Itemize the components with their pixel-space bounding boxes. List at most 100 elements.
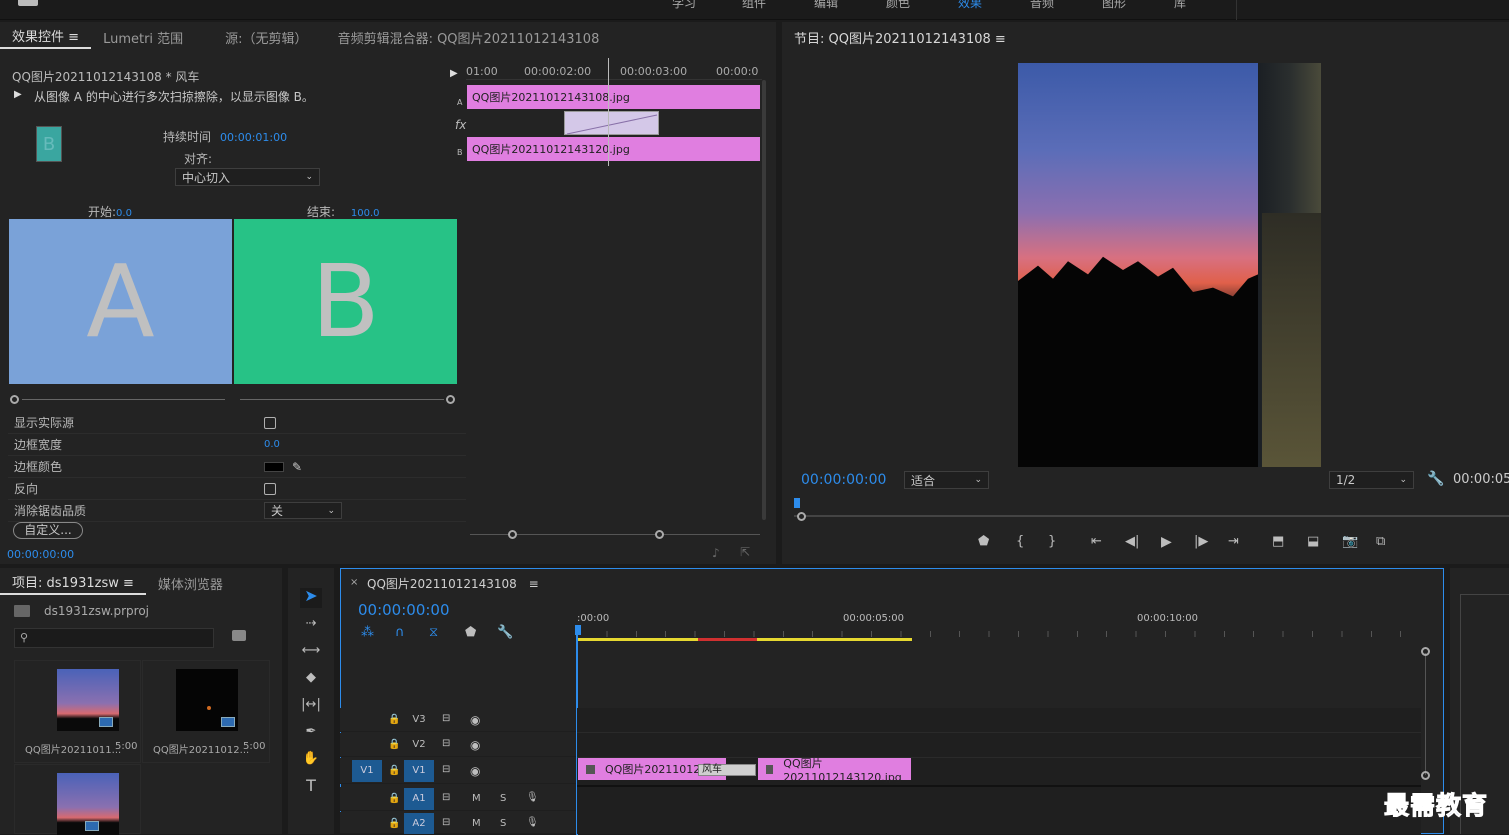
expand-arrow-icon[interactable]: ▶	[450, 68, 458, 79]
tab-audio-clip-mixer[interactable]: 音频剪辑混合器: QQ图片20211012143108	[320, 28, 612, 47]
mini-clip-b[interactable]: QQ图片20211012143120.jpg	[467, 137, 760, 161]
sync-lock-icon[interactable]: ⊟	[442, 764, 450, 775]
track-name-a2[interactable]: A2	[404, 813, 434, 834]
solo-button[interactable]: S	[500, 818, 506, 829]
resolution-select[interactable]: 1/2 ⌄	[1329, 471, 1414, 489]
sync-lock-icon[interactable]: ⊟	[442, 817, 450, 828]
step-forward-icon[interactable]: |▶	[1194, 534, 1208, 550]
type-tool-icon[interactable]: T	[300, 778, 322, 794]
tab-lumetri-scopes[interactable]: Lumetri 范围	[91, 28, 195, 47]
end-value[interactable]: 100.0	[351, 208, 380, 219]
timeline-close-icon[interactable]: ×	[350, 577, 358, 588]
custom-button[interactable]: 自定义...	[13, 522, 83, 539]
sync-lock-icon[interactable]: ⊟	[442, 738, 450, 749]
mic-icon[interactable]: 🎙	[526, 792, 539, 803]
source-patch-v1[interactable]: V1	[352, 760, 382, 782]
lock-icon[interactable]: 🔒	[388, 793, 400, 804]
track-name-v1[interactable]: V1	[404, 760, 434, 782]
program-title[interactable]: 节目: QQ图片20211012143108 ≡	[782, 28, 1018, 47]
mark-in-icon[interactable]: {	[1016, 534, 1024, 550]
go-to-in-icon[interactable]: ⇤	[1091, 534, 1102, 550]
tab-effect-controls[interactable]: 效果控件 ≡	[0, 26, 92, 49]
menu-audio[interactable]: 音频	[1030, 0, 1102, 11]
timeline-transition[interactable]: 风车	[698, 764, 756, 776]
project-item-1[interactable]: QQ图片20211011... 5:00	[14, 660, 141, 763]
border-width-value[interactable]: 0.0	[264, 439, 280, 450]
timeline-ruler[interactable]: :00:00 00:00:05:00 00:00:10:00	[577, 609, 1425, 641]
track-select-tool-icon[interactable]: ⇢	[300, 616, 322, 632]
border-color-swatch[interactable]	[264, 461, 284, 472]
end-slider[interactable]	[240, 395, 456, 404]
fit-select[interactable]: 适合 ⌄	[904, 471, 989, 489]
linked-selection-icon[interactable]: ⧖	[429, 625, 438, 641]
razor-tool-icon[interactable]: ◆	[300, 670, 322, 686]
program-timecode[interactable]: 00:00:00:00	[801, 472, 886, 488]
description-play-icon[interactable]: ▶	[14, 89, 22, 100]
menu-graphics[interactable]: 图形	[1102, 0, 1174, 11]
timeline-clip-2[interactable]: QQ图片20211012143120.jpg	[758, 757, 911, 784]
eye-icon[interactable]: ◉	[470, 713, 480, 727]
anti-aliasing-select[interactable]: 关 ⌄	[264, 502, 342, 519]
sync-lock-icon[interactable]: ⊟	[442, 713, 450, 724]
timeline-timecode[interactable]: 00:00:00:00	[358, 601, 450, 619]
project-item-2[interactable]: QQ图片20211012... 5:00	[142, 660, 270, 763]
mini-scrollbar[interactable]	[762, 80, 766, 520]
menu-assemble[interactable]: 组件	[742, 0, 814, 11]
project-item-3[interactable]	[14, 764, 141, 835]
effect-timecode[interactable]: 00:00:00:00	[7, 548, 74, 561]
tab-media-browser[interactable]: 媒体浏览器	[146, 574, 235, 593]
eye-icon[interactable]: ◉	[470, 764, 480, 778]
play-icon[interactable]: ▶	[1161, 534, 1172, 550]
mic-icon[interactable]: 🎙	[526, 817, 539, 828]
track-name-a1[interactable]: A1	[404, 788, 434, 810]
timeline-tab[interactable]: QQ图片20211012143108 ≡	[367, 575, 539, 592]
alignment-select[interactable]: 中心切入 ⌄	[175, 168, 320, 186]
lock-icon[interactable]: 🔒	[388, 765, 400, 776]
show-actual-sources-checkbox[interactable]	[264, 416, 276, 429]
tab-source[interactable]: 源:（无剪辑）	[195, 28, 319, 47]
tab-project[interactable]: 项目: ds1931zsw ≡	[0, 572, 146, 595]
add-marker-icon[interactable]: ⬟	[978, 534, 989, 550]
menu-effects[interactable]: 效果	[958, 0, 1030, 11]
hand-tool-icon[interactable]: ✋	[300, 751, 322, 767]
lift-icon[interactable]: ⬒	[1272, 534, 1284, 550]
go-to-out-icon[interactable]: ⇥	[1228, 534, 1239, 550]
add-marker-icon[interactable]: ⬟	[465, 625, 476, 641]
timeline-settings-wrench-icon[interactable]: 🔧	[497, 625, 513, 641]
comparison-view-icon[interactable]: ⧉	[1376, 534, 1385, 550]
panel-menu-icon[interactable]: ≡	[995, 32, 1006, 47]
step-back-icon[interactable]: ◀|	[1125, 534, 1139, 550]
reverse-checkbox[interactable]	[264, 482, 276, 495]
nest-icon[interactable]: ⁂	[361, 625, 374, 641]
eye-icon[interactable]: ◉	[470, 738, 480, 752]
program-scrubber[interactable]	[794, 498, 1509, 524]
snap-magnet-icon[interactable]: ∩	[395, 625, 405, 641]
menu-learn[interactable]: 学习	[672, 0, 742, 11]
selection-tool-icon[interactable]: ➤	[300, 588, 322, 608]
pen-tool-icon[interactable]: ✒	[300, 724, 322, 740]
slip-tool-icon[interactable]: |↔|	[300, 697, 322, 713]
lock-icon[interactable]: 🔒	[388, 739, 400, 750]
mark-out-icon[interactable]: }	[1048, 534, 1056, 550]
lock-icon[interactable]: 🔒	[388, 714, 400, 725]
eyedropper-icon[interactable]: ✎	[292, 460, 302, 474]
mute-button[interactable]: M	[472, 793, 481, 804]
find-icon[interactable]	[232, 630, 246, 641]
export-frame-camera-icon[interactable]: 📷	[1342, 534, 1358, 550]
lock-icon[interactable]: 🔒	[388, 818, 400, 829]
menu-edit[interactable]: 编辑	[814, 0, 886, 11]
sync-lock-icon[interactable]: ⊟	[442, 792, 450, 803]
menu-color[interactable]: 颜色	[886, 0, 958, 11]
mini-clip-a[interactable]: QQ图片20211012143108.jpg	[467, 85, 760, 109]
mini-zoom-bar[interactable]	[470, 530, 760, 540]
duration-value[interactable]: 00:00:01:00	[220, 131, 287, 144]
export-icon[interactable]: ⇱	[740, 545, 750, 559]
solo-button[interactable]: S	[500, 793, 506, 804]
mute-button[interactable]: M	[472, 818, 481, 829]
mini-playhead[interactable]	[608, 58, 609, 166]
project-search-input[interactable]: ⚲	[14, 628, 214, 648]
ripple-edit-tool-icon[interactable]: ⟷	[300, 643, 322, 659]
mini-transition[interactable]	[564, 111, 659, 135]
settings-wrench-icon[interactable]: 🔧	[1427, 471, 1444, 487]
extract-icon[interactable]: ⬓	[1307, 534, 1319, 550]
